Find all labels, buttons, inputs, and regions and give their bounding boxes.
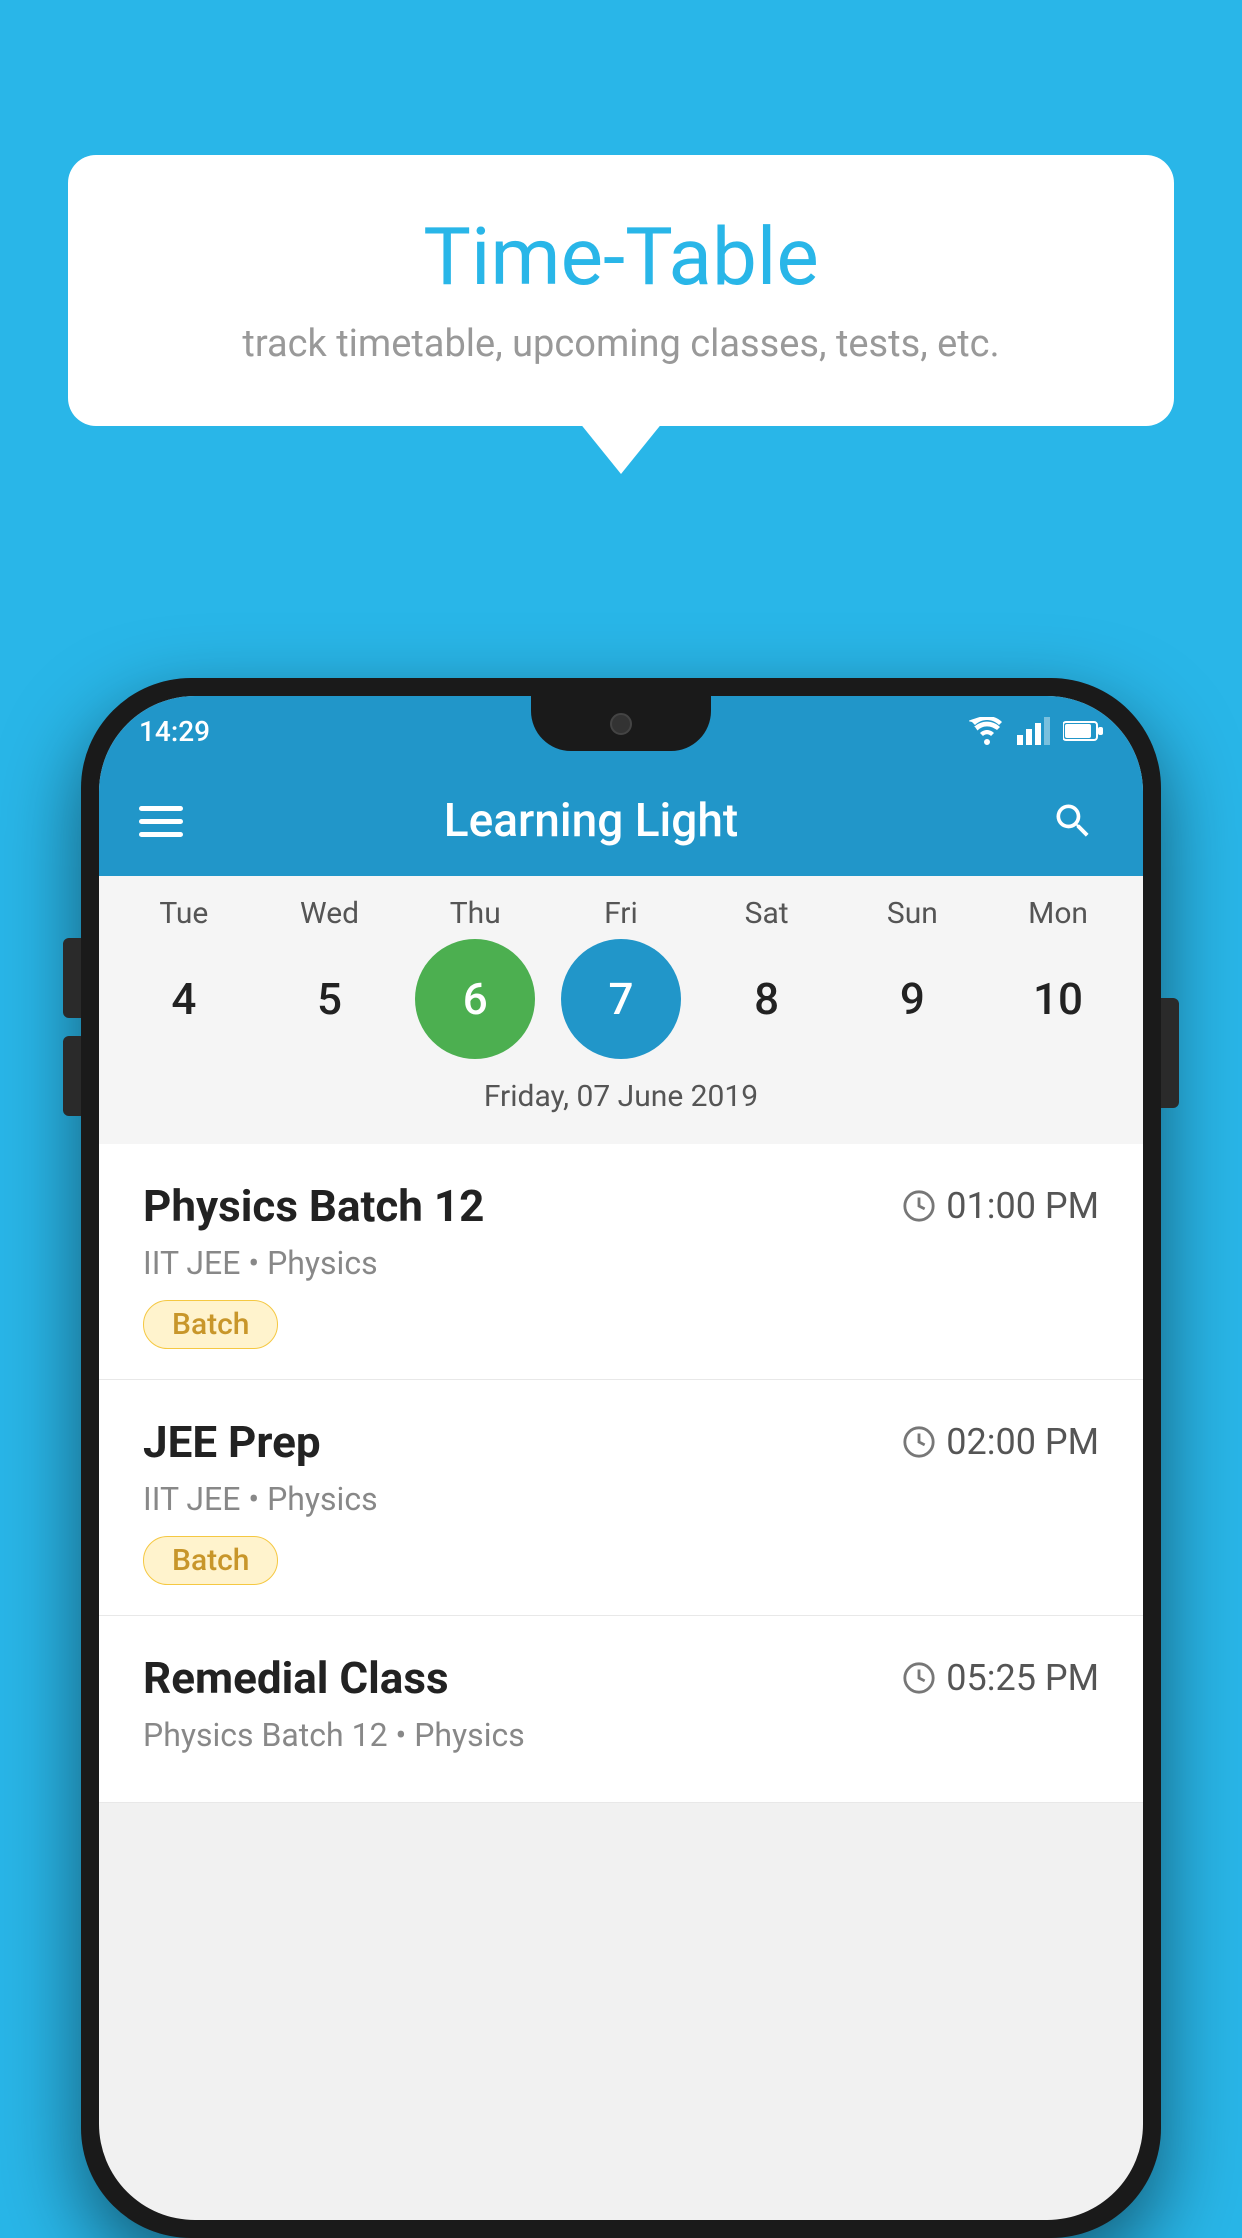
schedule-item-name-0: Physics Batch 12 [143,1180,484,1232]
app-bar: Learning Light [99,766,1143,876]
camera-dot [610,713,632,735]
day-number-4[interactable]: 4 [124,939,244,1059]
speech-bubble: Time-Table track timetable, upcoming cla… [68,155,1174,426]
battery-icon [1063,720,1103,742]
power-button [1161,998,1179,1108]
status-icons [969,717,1103,745]
day-number-6[interactable]: 6 [415,939,535,1059]
hamburger-button[interactable] [139,806,183,837]
day-header-fri: Fri [561,896,681,931]
day-number-7[interactable]: 7 [561,939,681,1059]
day-header-wed: Wed [270,896,390,931]
phone-frame: 14:29 [81,678,1161,2238]
day-number-10[interactable]: 10 [998,939,1118,1059]
schedule-item-time-0: 01:00 PM [902,1185,1099,1227]
clock-icon [902,1661,936,1695]
bubble-subtitle: track timetable, upcoming classes, tests… [128,322,1114,366]
phone-outer: 14:29 [81,678,1161,2238]
day-header-thu: Thu [415,896,535,931]
schedule-item-name-1: JEE Prep [143,1416,321,1468]
day-header-mon: Mon [998,896,1118,931]
status-time: 14:29 [139,715,210,748]
day-headers: Tue Wed Thu Fri Sat Sun Mon [99,896,1143,931]
bubble-title: Time-Table [128,210,1114,304]
day-header-sun: Sun [852,896,972,931]
day-numbers: 45678910 [99,939,1143,1059]
volume-buttons [63,938,81,1116]
phone-notch [531,696,711,751]
day-header-tue: Tue [124,896,244,931]
batch-badge-0: Batch [143,1300,278,1349]
schedule-item-header-0: Physics Batch 12 01:00 PM [143,1180,1099,1232]
app-title: Learning Light [223,794,959,848]
schedule-item-header-2: Remedial Class 05:25 PM [143,1652,1099,1704]
calendar-strip: Tue Wed Thu Fri Sat Sun Mon 45678910 Friday, 0… [99,876,1143,1144]
batch-badge-1: Batch [143,1536,278,1585]
vol-up-button [63,938,81,1018]
selected-date-label: Friday, 07 June 2019 [99,1069,1143,1134]
search-button[interactable] [1043,791,1103,851]
hamburger-line-1 [139,806,183,811]
schedule-list: Physics Batch 12 01:00 PM IIT JEE • Phys… [99,1144,1143,1803]
schedule-item-sub-0: IIT JEE • Physics [143,1244,1099,1282]
day-number-9[interactable]: 9 [852,939,972,1059]
schedule-item-2[interactable]: Remedial Class 05:25 PM Physics Batch 12… [99,1616,1143,1803]
day-number-5[interactable]: 5 [270,939,390,1059]
schedule-item-header-1: JEE Prep 02:00 PM [143,1416,1099,1468]
schedule-item-time-1: 02:00 PM [902,1421,1099,1463]
hamburger-line-3 [139,832,183,837]
schedule-item-sub-1: IIT JEE • Physics [143,1480,1099,1518]
schedule-item-sub-2: Physics Batch 12 • Physics [143,1716,1099,1754]
day-header-sat: Sat [707,896,827,931]
wifi-icon [969,717,1005,745]
schedule-item-0[interactable]: Physics Batch 12 01:00 PM IIT JEE • Phys… [99,1144,1143,1380]
phone-screen: 14:29 [99,696,1143,2220]
vol-down-button [63,1036,81,1116]
search-icon [1051,799,1095,843]
clock-icon [902,1189,936,1223]
signal-icon [1017,717,1051,745]
day-number-8[interactable]: 8 [707,939,827,1059]
clock-icon [902,1425,936,1459]
hamburger-line-2 [139,819,183,824]
schedule-item-time-2: 05:25 PM [902,1657,1099,1699]
schedule-item-1[interactable]: JEE Prep 02:00 PM IIT JEE • Physics Batc… [99,1380,1143,1616]
schedule-item-name-2: Remedial Class [143,1652,449,1704]
